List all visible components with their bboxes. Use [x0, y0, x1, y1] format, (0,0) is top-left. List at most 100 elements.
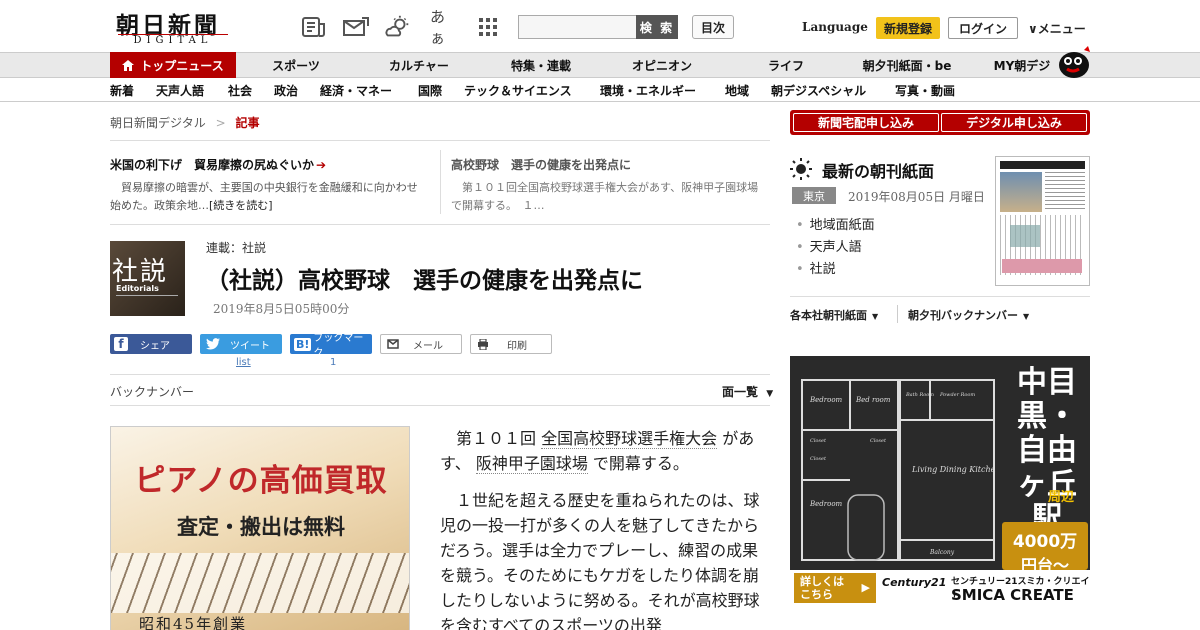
regional-edition-selector[interactable]: 各本社朝刊紙面 ▼	[790, 307, 878, 323]
selector-label: 朝夕刊バックナンバー	[908, 309, 1018, 322]
nav-culture[interactable]: カルチャー	[356, 52, 482, 78]
nav-environment[interactable]: 環境・エネルギー	[600, 78, 696, 102]
link-label: 天声人語	[809, 240, 862, 255]
toc-button[interactable]: 目次	[692, 15, 734, 39]
article-paragraph: 第１０１回 全国高校野球選手権大会 があす、 阪神甲子園球場 で開幕する。	[440, 426, 772, 476]
mail-share-button[interactable]: メール	[380, 334, 462, 354]
nav-tenseijingo[interactable]: 天声人語	[156, 78, 204, 102]
region-badge: 東京	[792, 187, 836, 204]
link-tenseijingo[interactable]: • 天声人語	[796, 236, 862, 255]
ad-area-line1: 中目黒・	[1017, 365, 1077, 434]
nav-life[interactable]: ライフ	[724, 52, 848, 78]
envelope-icon	[387, 339, 399, 349]
nav-photo-video[interactable]: 写真・動画	[895, 78, 955, 102]
ad-price-line1: 4000万	[1012, 532, 1078, 552]
printer-icon	[478, 338, 488, 350]
search-input[interactable]	[518, 15, 638, 39]
koshien-link[interactable]: 阪神甲子園球場	[475, 454, 588, 474]
read-more-link[interactable]: [続きを読む]	[209, 199, 273, 212]
nav-special[interactable]: 朝デジスペシャル	[771, 78, 866, 102]
mascot-icon[interactable]	[1056, 44, 1092, 78]
editorial-badge-en: Editorials	[116, 284, 159, 293]
nav-economy[interactable]: 経済・マネー	[320, 78, 392, 102]
bullet-icon: •	[796, 262, 804, 277]
nav-features[interactable]: 特集・連載	[482, 52, 600, 78]
breadcrumb-current: 記事	[235, 116, 260, 130]
hatena-count[interactable]: 1	[330, 357, 336, 368]
newspaper-delivery-button[interactable]: 新聞宅配申し込み	[793, 113, 939, 132]
caret-down-icon: ▼	[1023, 312, 1030, 321]
related-article-2[interactable]: 高校野球 選手の健康を出発点に 第１０１回全国高校野球選手権大会があす、阪神甲子…	[451, 156, 769, 215]
nav-politics[interactable]: 政治	[274, 78, 298, 102]
hatena-bookmark-button[interactable]: B! ブックマーク	[290, 333, 372, 359]
twitter-share-button[interactable]: ツイート	[200, 334, 282, 354]
nav-opinion[interactable]: オピニオン	[600, 52, 724, 78]
floor-plan-room-label: Balcony	[929, 549, 955, 556]
digital-subscribe-button[interactable]: デジタル申し込み	[941, 113, 1087, 132]
link-label: 社説	[809, 262, 836, 277]
mail-icon[interactable]	[342, 14, 370, 40]
ad-detail-button[interactable]: 詳しくは こちら ▶	[794, 573, 876, 603]
nav-society[interactable]: 社会	[228, 78, 252, 102]
font-size-icon[interactable]: あぁ	[430, 8, 458, 47]
language-link[interactable]: Language	[802, 20, 868, 34]
twitter-share-label: ツイート	[230, 340, 270, 352]
link-editorial[interactable]: • 社説	[796, 258, 836, 277]
breadcrumb: 朝日新聞デジタル > 記事	[110, 114, 260, 131]
ad-company-en: SMICA CREATE	[951, 586, 1074, 604]
tournament-link[interactable]: 全国高校野球選手権大会	[541, 429, 718, 449]
nav-latest[interactable]: 新着	[110, 78, 134, 102]
sun-icon	[790, 158, 812, 180]
ad-area-line2: 自由ヶ丘駅	[1017, 433, 1077, 536]
related-title[interactable]: 高校野球 選手の健康を出発点に	[451, 156, 769, 173]
paragraph-text: で開幕する。	[587, 454, 689, 473]
link-regional-page[interactable]: • 地域面紙面	[796, 214, 875, 233]
related-title[interactable]: 米国の利下げ 貿易摩擦の尻ぬぐいか	[110, 158, 314, 172]
divider	[110, 224, 770, 225]
nav-international[interactable]: 国際	[418, 78, 442, 102]
back-number-selector[interactable]: 朝夕刊バックナンバー ▼	[908, 307, 1029, 323]
facebook-share-button[interactable]: f シェア	[110, 334, 192, 354]
login-button[interactable]: ログイン	[948, 17, 1018, 39]
paragraph-text: 第１０１回	[456, 429, 542, 448]
floor-plan-room-label: Powder Room	[939, 392, 975, 398]
piano-ad[interactable]: ピアノの高価買取 査定・搬出は無料 昭和45年創業	[110, 426, 410, 630]
divider	[110, 140, 770, 141]
nav-tech-science[interactable]: テック＆サイエンス	[464, 78, 572, 102]
register-button[interactable]: 新規登録	[876, 17, 940, 39]
newspaper-icon[interactable]	[300, 14, 328, 40]
twitter-count[interactable]: list	[236, 357, 251, 368]
facebook-icon: f	[114, 337, 128, 351]
grid-icon[interactable]	[474, 14, 502, 40]
arrow-right-icon: ➔	[316, 158, 327, 172]
ad-founded: 昭和45年創業	[139, 615, 248, 630]
newspaper-thumbnail[interactable]	[995, 156, 1090, 286]
nav-region[interactable]: 地域	[725, 78, 749, 102]
article-title: （社説）高校野球 選手の健康を出発点に	[206, 267, 643, 294]
floor-plan-room-label: Bed room	[855, 396, 891, 404]
divider	[110, 374, 770, 375]
home-icon	[122, 59, 135, 71]
divider	[897, 305, 898, 323]
series-label[interactable]: 連載：社説	[206, 239, 266, 256]
piano-keys-image	[111, 553, 409, 613]
nav-paper[interactable]: 朝夕刊紙面・be	[848, 52, 966, 78]
caret-down-icon: ▼	[766, 389, 774, 399]
breadcrumb-root[interactable]: 朝日新聞デジタル	[110, 116, 206, 130]
editorial-badge: 社説 Editorials	[110, 241, 185, 316]
divider	[790, 296, 1090, 297]
weather-icon[interactable]	[384, 14, 412, 40]
back-number-label: バックナンバー	[110, 385, 195, 399]
menu-button[interactable]: ∨メニュー	[1028, 20, 1086, 37]
morning-edition-title[interactable]: 最新の朝刊紙面	[822, 158, 934, 182]
article-body: 第１０１回 全国高校野球選手権大会 があす、 阪神甲子園球場 で開幕する。 １世…	[440, 426, 772, 630]
nav-top-news[interactable]: トップニュース	[110, 52, 236, 78]
related-article-1[interactable]: 米国の利下げ 貿易摩擦の尻ぬぐいか ➔ 貿易摩擦の暗雲が、主要国の中央銀行を金融緩…	[110, 156, 425, 215]
real-estate-ad[interactable]: Bedroom Bed room Bath Room Powder Room C…	[790, 356, 1090, 606]
search-button[interactable]: 検 索	[636, 15, 678, 39]
page-list-dropdown[interactable]: 面一覧 ▼	[722, 383, 773, 400]
print-button[interactable]: 印刷	[470, 334, 552, 354]
caret-down-icon: ▼	[872, 312, 879, 321]
link-label: 地域面紙面	[809, 218, 875, 233]
nav-sports[interactable]: スポーツ	[236, 52, 356, 78]
